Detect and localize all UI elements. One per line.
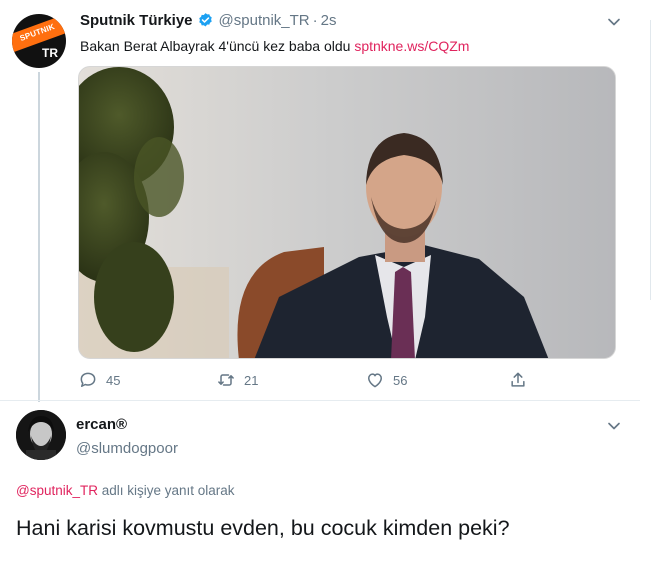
reply-icon [80, 372, 96, 387]
like-icon [368, 373, 382, 388]
chevron-down-icon[interactable] [604, 12, 624, 32]
like-count: 56 [393, 372, 408, 388]
reply-text: Hani karisi kovmustu evden, bu cocuk kim… [16, 516, 510, 540]
tweet-body: Bakan Berat Albayrak 4'üncü kez baba old… [80, 38, 355, 54]
reply-author-avatar[interactable] [16, 410, 66, 460]
chevron-down-icon[interactable] [604, 416, 624, 436]
share-button[interactable] [508, 370, 536, 390]
thread-line [38, 72, 40, 402]
author-name[interactable]: Sputnik Türkiye [80, 12, 193, 29]
reply-context: @sputnik_TR adlı kişiye yanıt olarak [16, 483, 235, 498]
reply-avatar-image [16, 410, 66, 460]
verified-badge-icon [198, 13, 212, 27]
like-button[interactable]: 56 [365, 370, 407, 390]
scroll-edge [650, 20, 654, 300]
reply-button[interactable]: 45 [78, 370, 120, 390]
tweet-link[interactable]: sptnkne.ws/CQZm [354, 38, 469, 54]
author-handle[interactable]: @sputnik_TR [219, 12, 310, 29]
author-avatar[interactable]: SPUTNIK TR [12, 14, 66, 68]
tweet-photo[interactable] [78, 66, 616, 359]
tweet[interactable]: SPUTNIK TR Sputnik Türkiye @sputnik_TR ·… [0, 0, 658, 402]
avatar-sub-text: TR [42, 46, 58, 60]
reply-mention[interactable]: @sputnik_TR [16, 483, 98, 498]
tweet-actions: 45 21 56 [78, 370, 538, 392]
separator-dot: · [312, 12, 318, 29]
photo-illustration [79, 67, 615, 358]
tweet-text: Bakan Berat Albayrak 4'üncü kez baba old… [80, 38, 469, 54]
reply-context-label: adlı kişiye yanıt olarak [97, 483, 235, 498]
reply-author-name[interactable]: ercan® [76, 416, 127, 433]
share-icon [511, 372, 525, 387]
tweet-time[interactable]: 2s [321, 12, 337, 29]
retweet-button[interactable]: 21 [216, 370, 258, 390]
reply-count: 45 [106, 372, 121, 388]
retweet-count: 21 [244, 372, 259, 388]
divider [0, 400, 640, 401]
tweet-header: Sputnik Türkiye @sputnik_TR · 2s [80, 12, 336, 29]
retweet-icon [218, 374, 234, 386]
reply-author-handle[interactable]: @slumdogpoor [76, 440, 178, 457]
